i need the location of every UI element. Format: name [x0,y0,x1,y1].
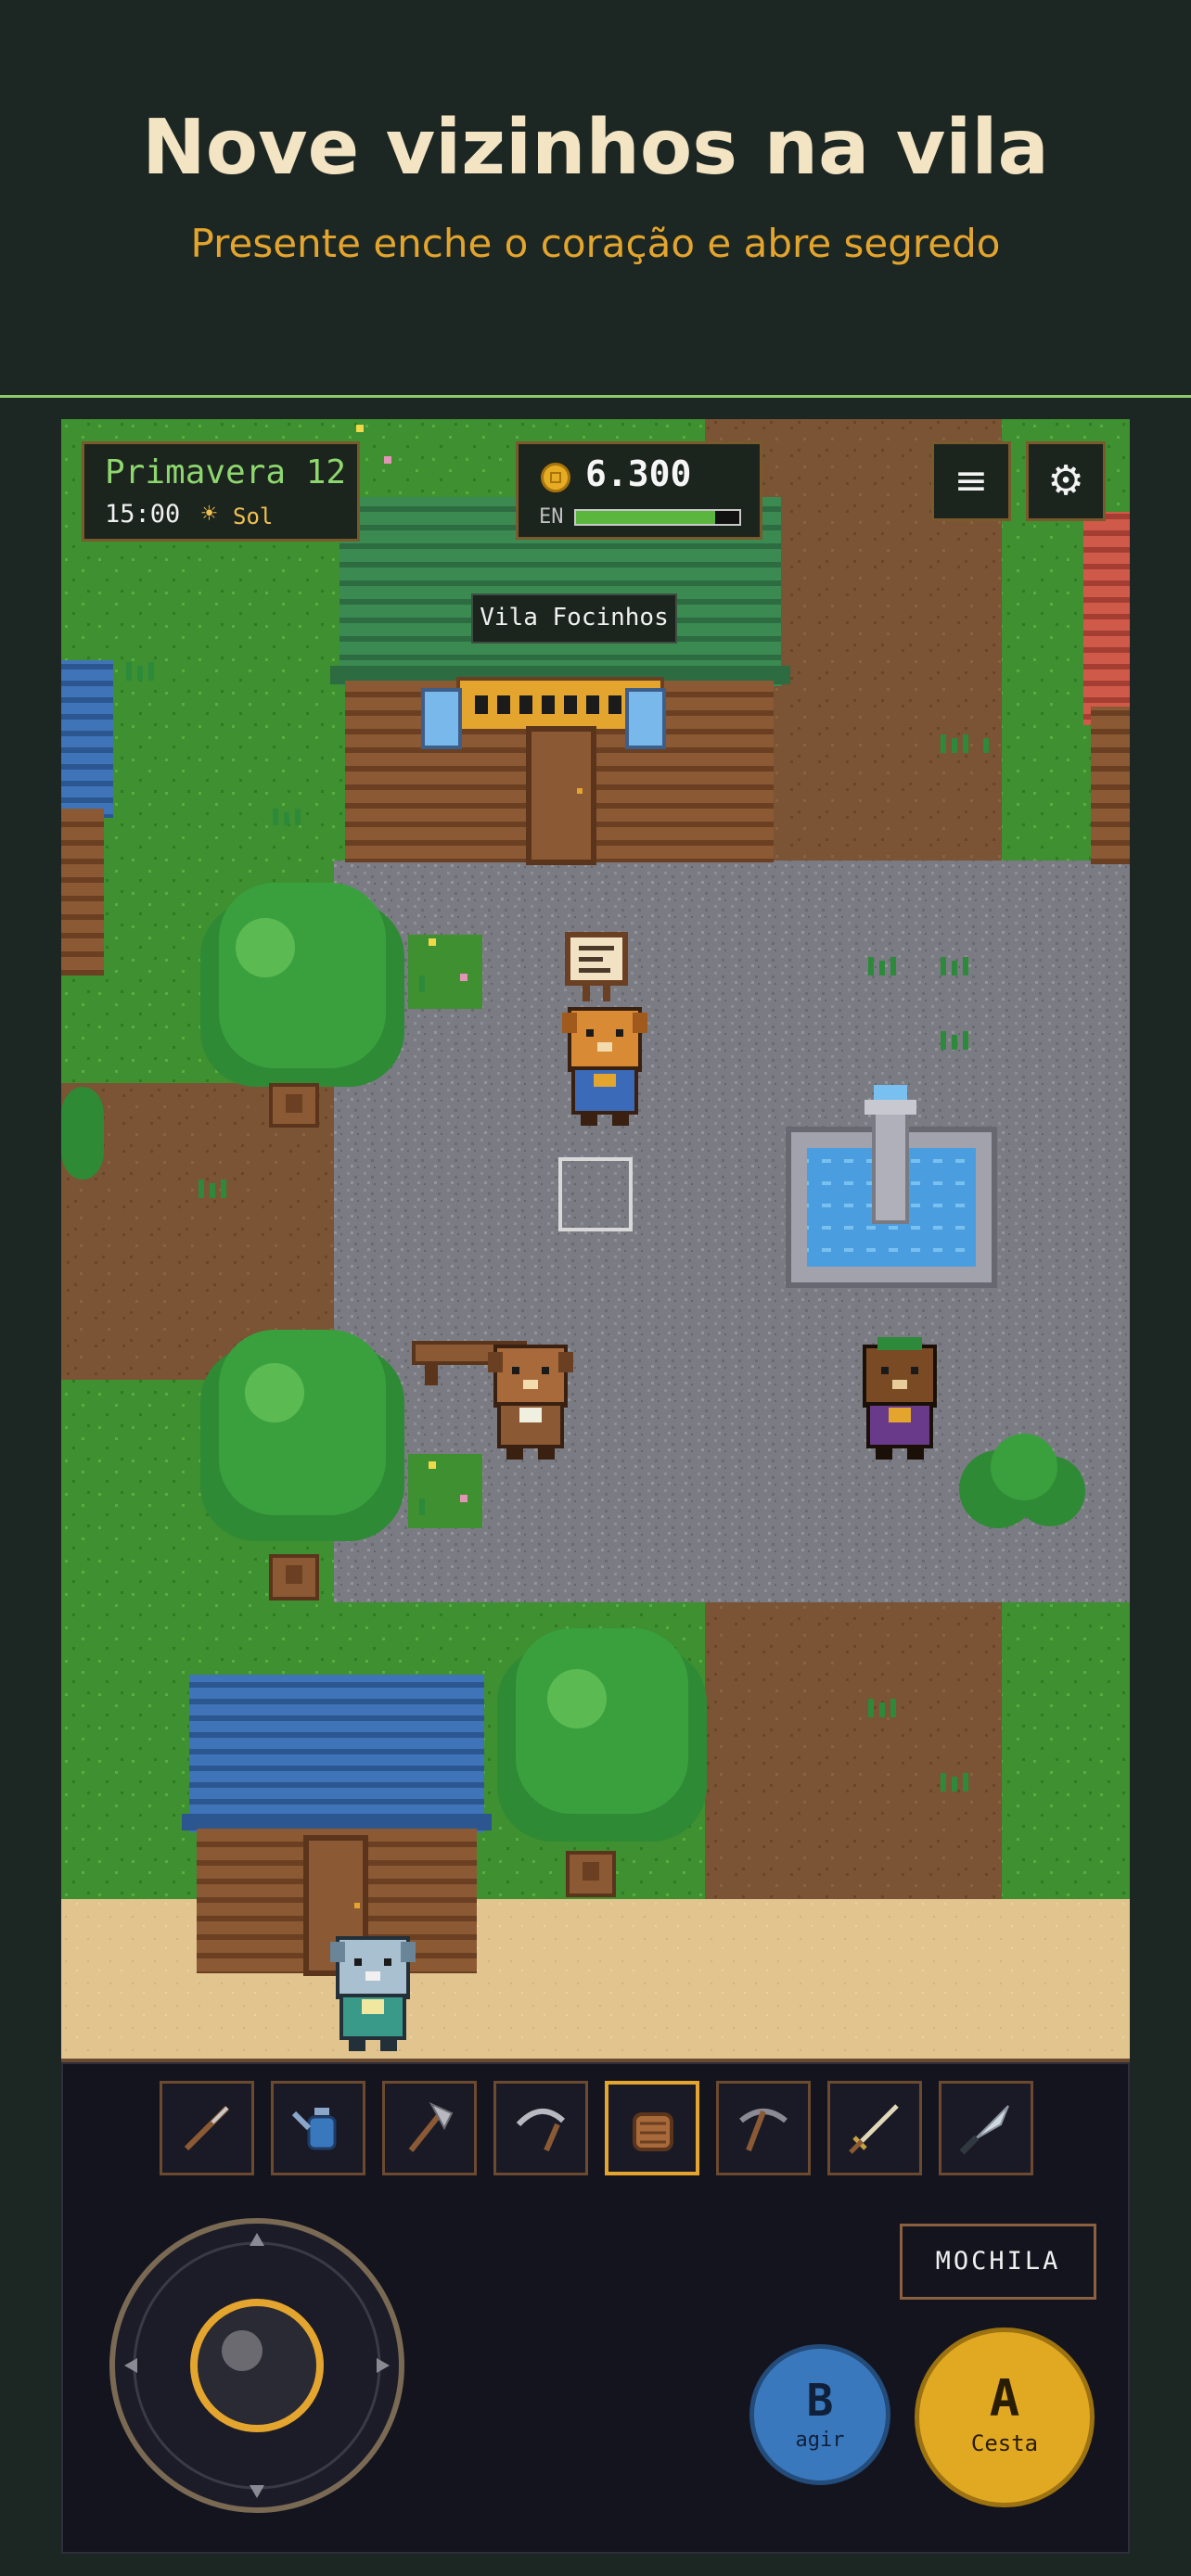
blue-roof-house [182,1675,492,1976]
money-label: 6.300 [585,453,692,494]
energy-label: EN [539,505,564,529]
money-energy-panel: 6.300 EN [516,441,762,540]
tool-slot-knife[interactable] [939,2081,1033,2175]
flower-patch [408,1454,482,1528]
a-action-button[interactable]: A Cesta [915,2327,1095,2507]
location-name-label: Vila Focinhos [471,593,677,644]
tool-slot-sickle[interactable] [493,2081,588,2175]
knife-icon [959,2105,1009,2155]
coin-icon [541,463,570,492]
backpack-button[interactable]: MOCHILA [900,2224,1096,2300]
time-label: 15:00 [105,500,181,529]
axe-icon [408,2101,454,2152]
sun-icon: ☀ [201,498,217,529]
tool-slot-watering-can[interactable] [271,2081,365,2175]
fishing-rod-icon [184,2105,230,2151]
header: Nove vizinhos na vila Presente enche o c… [0,0,1191,398]
a-button-sublabel: Cesta [970,2430,1039,2456]
page-title: Nove vizinhos na vila [142,104,1049,192]
tool-slot-pickaxe[interactable] [716,2081,811,2175]
date-label: Primavera 12 [105,453,347,491]
villager-dark-dog [863,1337,937,1460]
controls-panel: MOCHILA B agir A Cesta [61,2062,1130,2554]
joystick[interactable] [108,2216,406,2515]
game-viewport[interactable]: Primavera 12 15:00 ☀ Sol 6.300 EN ≡ ⚙ Vi… [61,419,1130,2062]
pickaxe-icon [739,2109,788,2152]
date-time-panel: Primavera 12 15:00 ☀ Sol [82,441,360,542]
villager-brown-dog [488,1345,573,1460]
sword-icon [849,2104,899,2154]
tool-slot-axe[interactable] [382,2081,477,2175]
player-character [330,1936,416,2051]
general-store-building [330,497,790,865]
watering-can-icon [291,2108,337,2150]
menu-button[interactable]: ≡ [931,441,1011,521]
villager-orange-dog [562,1007,647,1126]
b-button-sublabel: agir [795,2429,845,2452]
energy-bar-fill [576,511,715,524]
b-action-button[interactable]: B agir [749,2344,890,2485]
tree-partial [61,1087,104,1180]
settings-button[interactable]: ⚙ [1026,441,1106,521]
tool-slot-basket[interactable] [605,2081,699,2175]
tool-slot-fishing-rod[interactable] [160,2081,254,2175]
tool-slot-sword[interactable] [827,2081,922,2175]
page-subtitle: Presente enche o coração e abre segredo [190,221,1001,266]
b-button-label: B [806,2375,834,2427]
a-button-label: A [989,2369,1020,2428]
flower-patch [408,935,482,1009]
weather-label: Sol [233,504,274,529]
energy-bar [574,509,741,526]
basket-icon [633,2112,673,2151]
sickle-icon [516,2109,566,2152]
menu-icon: ≡ [954,457,989,504]
gear-icon: ⚙ [1047,457,1084,504]
